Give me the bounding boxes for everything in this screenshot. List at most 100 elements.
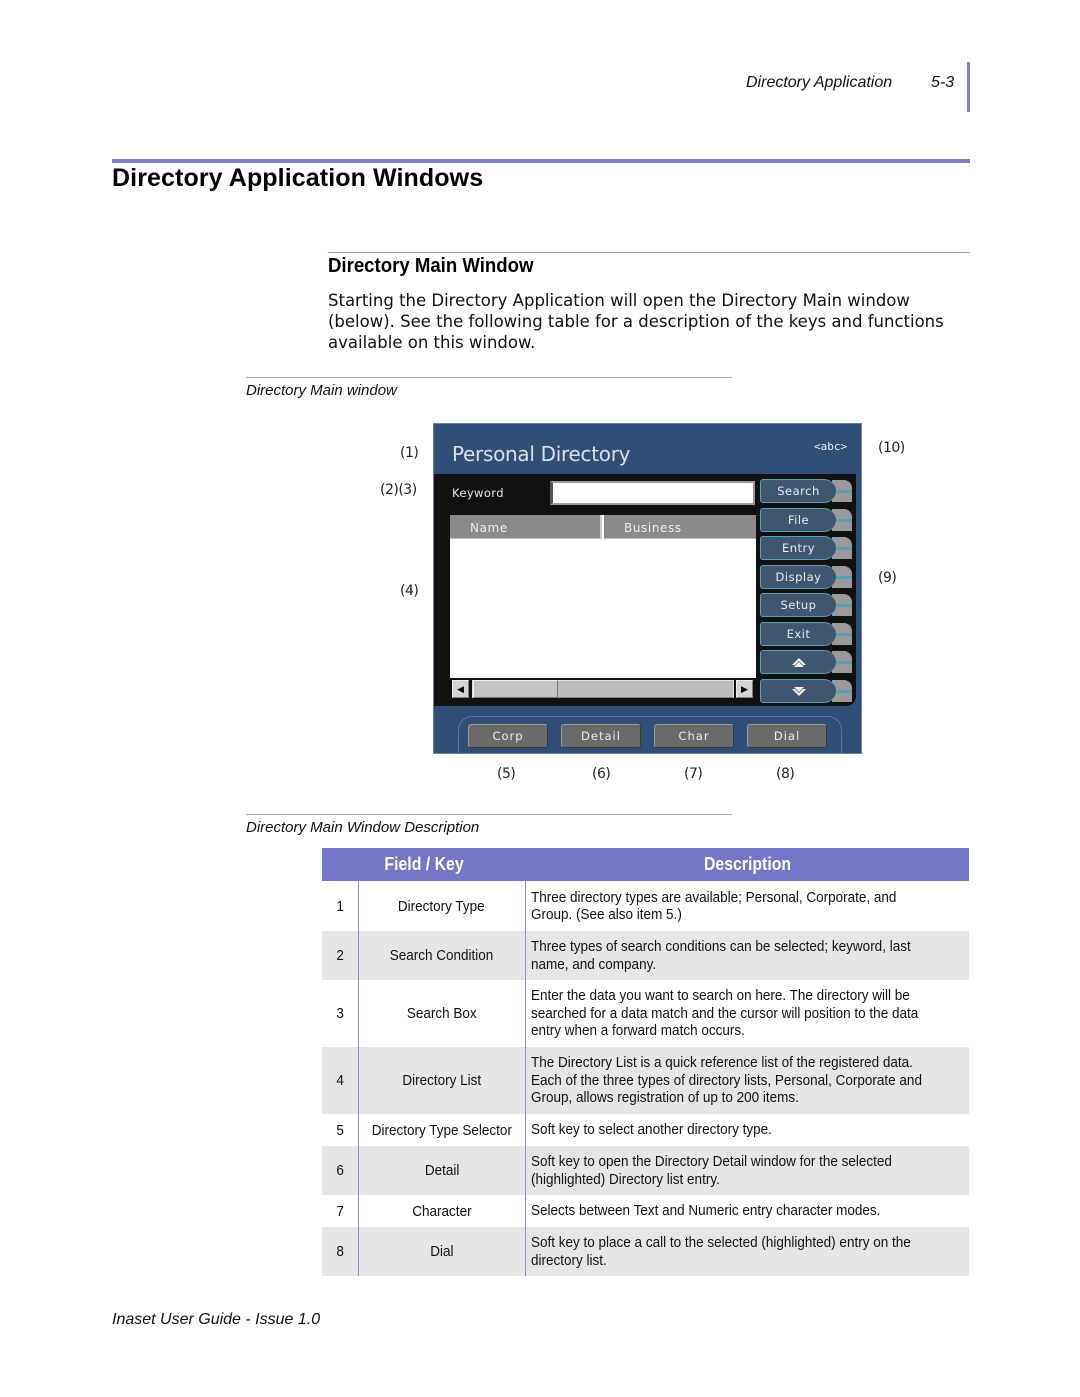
char-soft-key[interactable]: Char	[654, 724, 734, 748]
table-header-row: Field / Key Description	[322, 848, 969, 881]
row-field-key: Directory Type Selector	[358, 1114, 526, 1146]
description-line: Enter the data you want to search on her…	[530, 987, 910, 1005]
figure-caption-rule	[246, 377, 732, 378]
row-field-key: Directory List	[358, 1047, 526, 1114]
description-line: The Directory List is a quick reference …	[530, 1054, 913, 1072]
scroll-up-key-face	[760, 650, 836, 674]
page-footer: Inaset User Guide - Issue 1.0	[112, 1311, 321, 1328]
column-header-name[interactable]: Name	[450, 515, 602, 539]
row-field-key: Dial	[358, 1227, 526, 1276]
description-line: searched for a data match and the cursor…	[530, 1004, 918, 1022]
table-row: 6 Detail Soft key to open the Directory De…	[322, 1146, 969, 1195]
table-row: 4 Directory List The Directory List is a q…	[322, 1047, 969, 1114]
row-field-key-text: Dial	[430, 1243, 454, 1260]
column-header-business[interactable]: Business	[604, 515, 756, 539]
table-row: 7 Character Selects between Text and Numer…	[322, 1195, 969, 1227]
scroll-up-icon	[791, 657, 806, 667]
header-field-key: Field / Key	[322, 848, 526, 881]
directory-list[interactable]: Name Business	[450, 515, 756, 678]
row-field-key-text: Directory Type Selector	[371, 1121, 512, 1139]
search-input[interactable]	[550, 481, 755, 505]
row-field-key-text: Search Box	[406, 1005, 477, 1022]
table-row: 8 Dial Soft key to place a call to the sel…	[322, 1227, 969, 1276]
entry-key[interactable]: Entry	[760, 536, 854, 560]
header-accent-bar	[967, 62, 970, 112]
row-description: Selects between Text and Numeric entry c…	[525, 1195, 969, 1227]
dial-soft-key[interactable]: Dial	[747, 724, 827, 748]
row-number-text: 6	[336, 1162, 344, 1179]
search-key[interactable]: Search	[760, 479, 854, 503]
subsection-rule	[328, 252, 970, 253]
row-field-key: Search Condition	[358, 931, 526, 980]
callout-6: (6)	[592, 766, 611, 782]
entry-key-label: Entry	[760, 536, 836, 560]
row-number: 5	[322, 1114, 359, 1146]
row-number: 8	[322, 1227, 359, 1276]
callout-10: (10)	[878, 440, 905, 456]
description-line: Soft key to select another directory typ…	[530, 1121, 772, 1139]
row-number-text: 2	[336, 947, 344, 964]
setup-key-label: Setup	[760, 593, 836, 617]
scroll-down-key-face	[760, 678, 836, 703]
display-key[interactable]: Display	[760, 564, 854, 589]
scroll-left-button[interactable]: ◀	[452, 680, 469, 698]
search-condition-label[interactable]: Keyword	[452, 486, 504, 500]
row-number: 6	[322, 1146, 359, 1195]
scroll-down-key[interactable]	[760, 678, 854, 703]
row-number-text: 5	[336, 1121, 344, 1139]
row-number-text: 1	[336, 897, 344, 915]
row-description: Soft key to select another directory typ…	[525, 1114, 969, 1146]
callout-2-3: (2)(3)	[380, 482, 417, 498]
description-line: directory list.	[530, 1251, 607, 1269]
row-number-text: 3	[336, 1005, 344, 1022]
row-field-key: Directory Type	[358, 881, 526, 931]
horizontal-scrollbar[interactable]: ◀ ▶	[450, 678, 756, 700]
description-line: (highlighted) Directory list entry.	[530, 1170, 720, 1188]
character-mode-indicator: <abc>	[814, 440, 848, 453]
corp-soft-key[interactable]: Corp	[468, 724, 548, 748]
page-number: 5-3	[931, 74, 955, 91]
row-number: 7	[322, 1195, 359, 1227]
side-key-column: Search File Entry Display Setup Exit	[760, 479, 854, 707]
description-line: Each of the three types of directory lis…	[530, 1071, 922, 1089]
description-line: entry when a forward match occurs.	[530, 1022, 745, 1040]
description-line: Three types of search conditions can be …	[530, 938, 911, 955]
exit-key-label: Exit	[760, 621, 836, 646]
directory-type-title: Personal Directory	[452, 442, 631, 466]
running-header-section: Directory Application	[746, 74, 893, 91]
description-line: Selects between Text and Numeric entry c…	[530, 1202, 881, 1220]
scroll-down-icon	[791, 687, 806, 696]
description-line: name, and company.	[530, 955, 656, 973]
row-field-key: Character	[358, 1195, 526, 1227]
callout-9: (9)	[878, 570, 897, 586]
description-line: Soft key to open the Directory Detail wi…	[530, 1153, 892, 1170]
callout-5: (5)	[497, 766, 516, 782]
description-line: Three directory types are available; Per…	[530, 888, 897, 906]
scrollbar-thumb[interactable]	[473, 680, 558, 698]
display-key-label: Display	[760, 564, 836, 589]
row-number: 2	[322, 931, 359, 980]
scroll-up-key[interactable]	[760, 650, 854, 674]
arrow-right-icon: ▶	[741, 684, 748, 694]
subsection-title: Directory Main Window	[328, 255, 534, 277]
callout-8: (8)	[776, 766, 795, 782]
arrow-left-icon: ◀	[457, 684, 464, 694]
header-description-text: Description	[703, 854, 791, 874]
table-row: 5 Directory Type Selector Soft key to sele…	[322, 1114, 969, 1146]
file-key[interactable]: File	[760, 507, 854, 532]
table-row: 2 Search Condition Three types of search c…	[322, 931, 969, 980]
row-description: Three directory types are available; Per…	[525, 881, 969, 931]
callout-7: (7)	[684, 766, 703, 782]
row-number-text: 7	[336, 1202, 344, 1220]
scroll-right-button[interactable]: ▶	[736, 680, 753, 698]
row-number-text: 4	[336, 1072, 344, 1089]
row-field-key-text: Character	[412, 1202, 472, 1220]
row-number: 3	[322, 980, 359, 1047]
row-field-key: Detail	[358, 1146, 526, 1195]
exit-key[interactable]: Exit	[760, 621, 854, 646]
detail-soft-key[interactable]: Detail	[561, 724, 641, 748]
setup-key[interactable]: Setup	[760, 593, 854, 617]
row-description: Three types of search conditions can be …	[525, 931, 969, 980]
header-field-key-text: Field / Key	[383, 854, 464, 874]
callout-1: (1)	[400, 445, 419, 461]
